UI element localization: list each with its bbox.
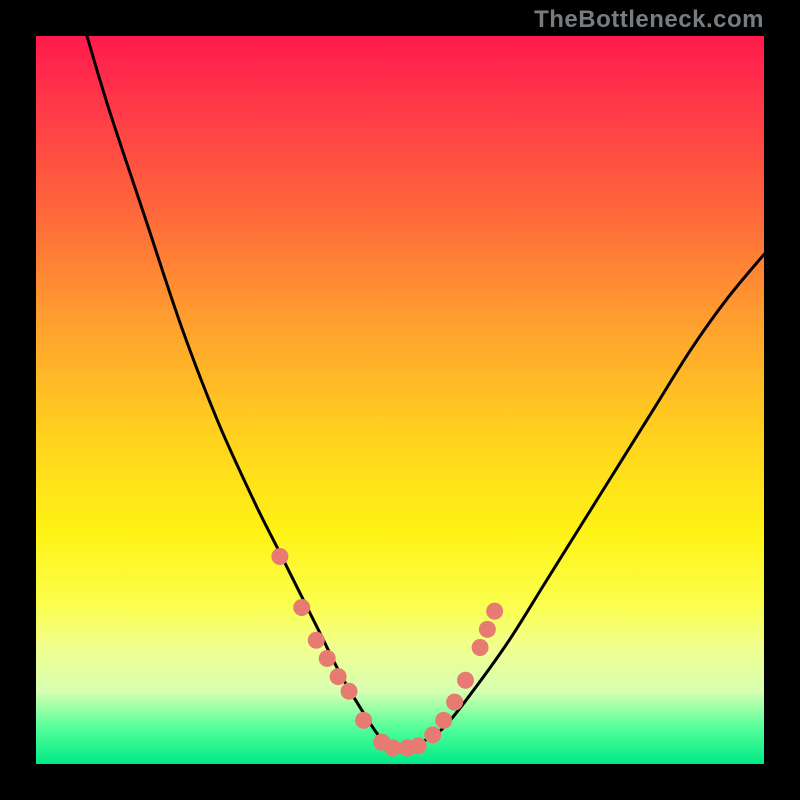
highlight-point — [330, 668, 347, 685]
highlight-point — [384, 739, 401, 756]
bottleneck-curve — [87, 36, 764, 751]
highlight-point — [410, 737, 427, 754]
watermark-label: TheBottleneck.com — [534, 6, 764, 34]
highlight-point — [271, 548, 288, 565]
highlight-points — [271, 548, 503, 756]
chart-plot-area — [36, 36, 764, 764]
highlight-point — [457, 672, 474, 689]
highlight-point — [435, 712, 452, 729]
highlight-point — [319, 650, 336, 667]
highlight-point — [308, 632, 325, 649]
highlight-point — [355, 712, 372, 729]
highlight-point — [446, 694, 463, 711]
highlight-point — [479, 621, 496, 638]
chart-frame: TheBottleneck.com — [0, 0, 800, 800]
highlight-point — [341, 683, 358, 700]
chart-svg — [36, 36, 764, 764]
highlight-point — [472, 639, 489, 656]
highlight-point — [424, 726, 441, 743]
highlight-point — [293, 599, 310, 616]
highlight-point — [486, 603, 503, 620]
